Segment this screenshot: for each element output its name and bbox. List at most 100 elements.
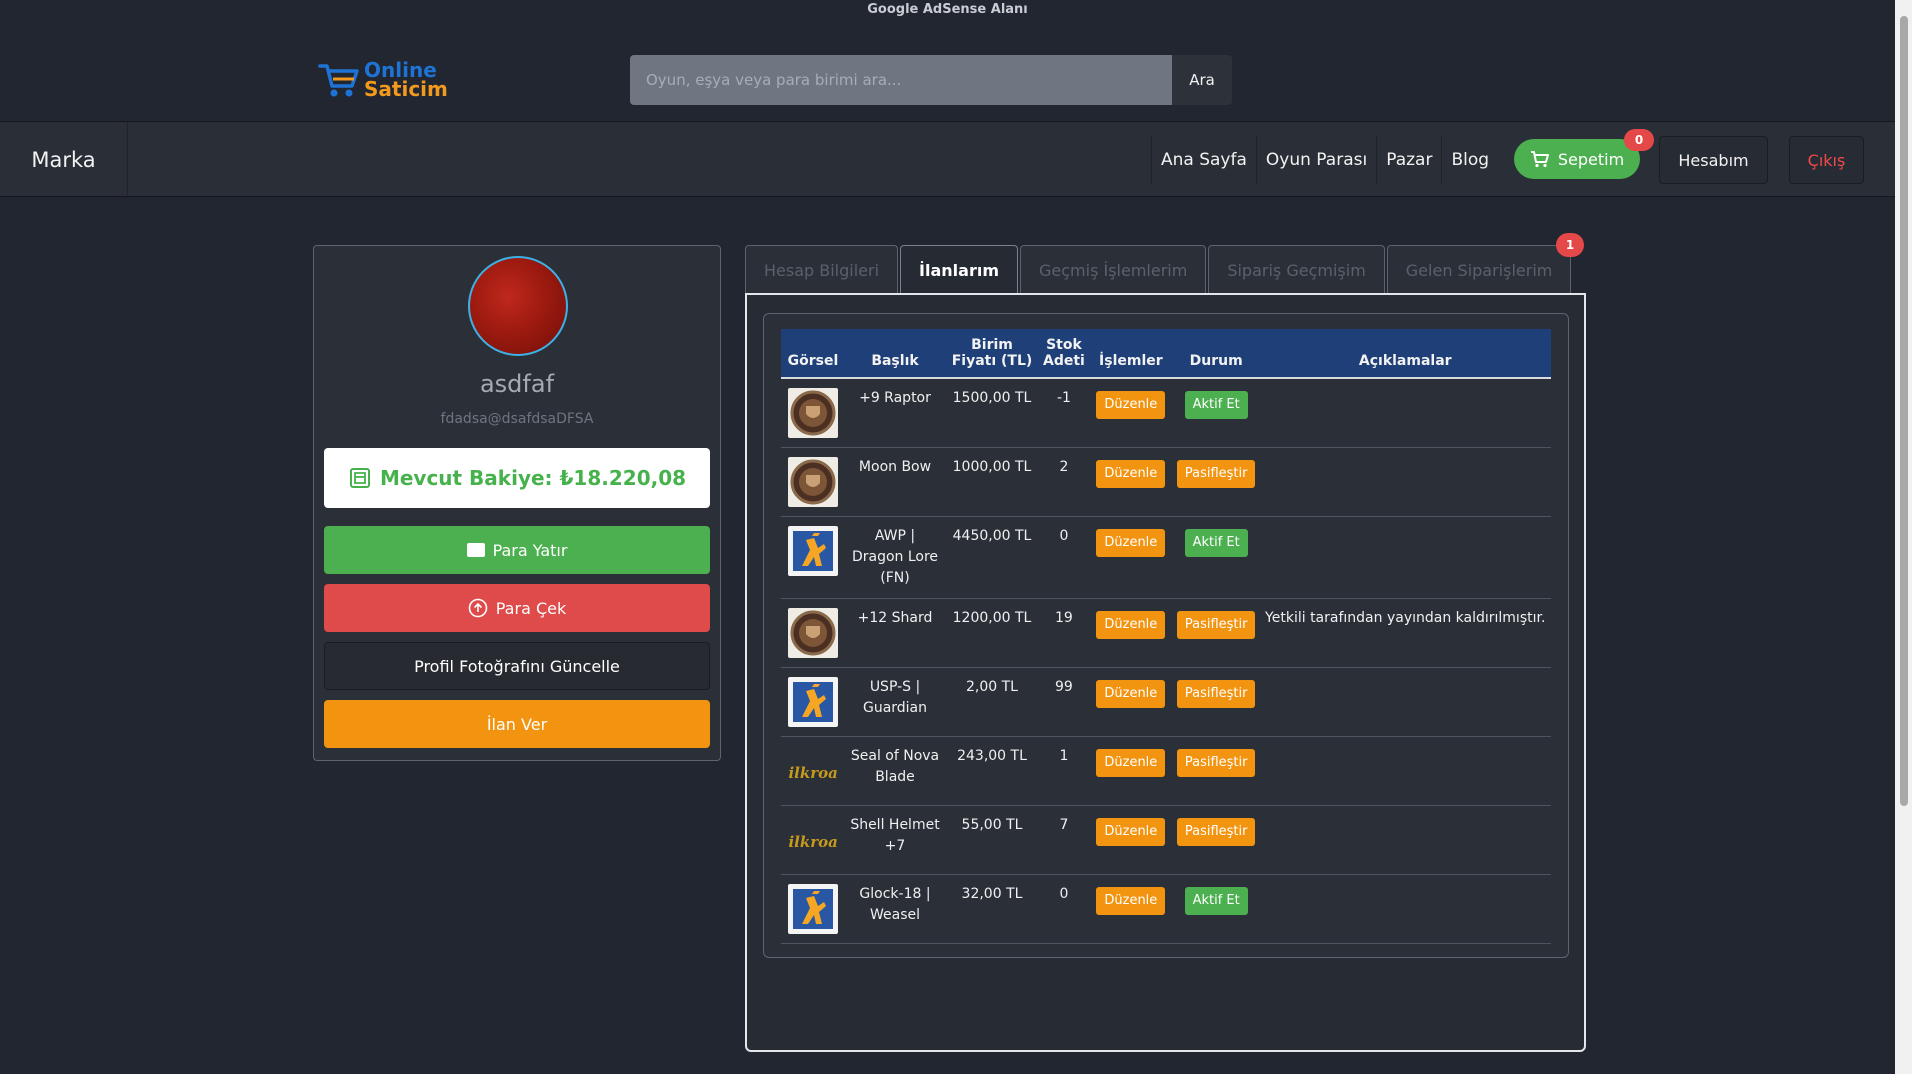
- row-price: 4450,00 TL: [945, 516, 1039, 599]
- edit-button[interactable]: Düzenle: [1096, 460, 1166, 488]
- row-note: [1259, 667, 1551, 737]
- cart-button[interactable]: Sepetim: [1514, 139, 1640, 179]
- edit-button[interactable]: Düzenle: [1096, 887, 1166, 915]
- edit-button[interactable]: Düzenle: [1096, 391, 1166, 419]
- silkroad-logo-icon: Silkroad: [788, 746, 838, 796]
- arrow-up-circle-icon: [468, 598, 488, 618]
- balance-display: Mevcut Bakiye: ₺18.220,08: [324, 448, 710, 508]
- shield-game-icon: [788, 457, 838, 507]
- nav-brand[interactable]: Marka: [0, 122, 128, 198]
- row-actions-cell: Düzenle: [1088, 598, 1173, 668]
- tab-account-info[interactable]: Hesap Bilgileri: [745, 245, 899, 295]
- table-row: Silkroad Shell Helmet +755,00 TL7Düzenle P…: [781, 805, 1551, 875]
- listings-container: Görsel Başlık Birim Fiyatı (TL) Stok Ade…: [763, 313, 1569, 958]
- cart-logo-icon: [318, 64, 359, 97]
- row-image-cell: [781, 516, 845, 599]
- tab-past-transactions[interactable]: Geçmiş İşlemlerim: [1020, 245, 1207, 295]
- scrollbar-thumb[interactable]: [1900, 16, 1908, 806]
- edit-button[interactable]: Düzenle: [1096, 529, 1166, 557]
- row-stock: 99: [1039, 667, 1089, 737]
- row-title: Glock-18 | Weasel: [845, 874, 945, 944]
- row-note: [1259, 378, 1551, 448]
- row-actions-cell: Düzenle: [1088, 805, 1173, 875]
- navbar: Marka Ana Sayfa Oyun Parası Pazar Blog S…: [0, 121, 1897, 198]
- silkroad-logo-icon: Silkroad: [788, 815, 838, 865]
- tab-incoming-orders[interactable]: Gelen Siparişlerim: [1386, 245, 1572, 295]
- edit-button[interactable]: Düzenle: [1096, 680, 1166, 708]
- edit-button[interactable]: Düzenle: [1096, 818, 1166, 846]
- row-actions-cell: Düzenle: [1088, 667, 1173, 737]
- row-stock: 2: [1039, 447, 1089, 517]
- col-stock: Stok Adeti: [1039, 329, 1089, 379]
- site-logo[interactable]: Online Saticim: [318, 58, 448, 102]
- row-note: Yetkili tarafından yayından kaldırılmışt…: [1259, 598, 1551, 668]
- search-button[interactable]: Ara: [1172, 55, 1232, 105]
- row-stock: 19: [1039, 598, 1089, 668]
- row-stock: 0: [1039, 516, 1089, 599]
- row-image-cell: [781, 874, 845, 944]
- nav-link-blog[interactable]: Blog: [1441, 136, 1498, 184]
- col-unit-price: Birim Fiyatı (TL): [945, 329, 1039, 379]
- nav-links: Ana Sayfa Oyun Parası Pazar Blog: [1151, 136, 1498, 184]
- cart-label: Sepetim: [1557, 149, 1625, 169]
- account-tabs: Hesap Bilgileri İlanlarım Geçmiş İşlemle…: [745, 245, 1573, 295]
- svg-text:Silkroad: Silkroad: [788, 833, 838, 851]
- cart-icon: [1530, 151, 1549, 168]
- cart-count-badge: 0: [1624, 129, 1654, 151]
- status-toggle-button[interactable]: Aktif Et: [1184, 529, 1248, 557]
- table-row: +12 Shard 1200,00 TL 19 Düzenle Pasifleştir Y…: [781, 598, 1551, 668]
- col-actions: İşlemler: [1088, 329, 1173, 379]
- col-status: Durum: [1172, 329, 1260, 379]
- col-title: Başlık: [845, 329, 945, 379]
- search-input[interactable]: [630, 55, 1172, 105]
- wallet-small-icon: [466, 543, 485, 557]
- status-toggle-button[interactable]: Pasifleştir: [1176, 818, 1256, 846]
- table-row: Moon Bow 1000,00 TL 2 Düzenle Pasifleştir: [781, 447, 1551, 517]
- table-row: USP-S | Guardian 2,00 TL 99 Düzenle Pasifleş…: [781, 667, 1551, 737]
- status-toggle-button[interactable]: Pasifleştir: [1176, 460, 1256, 488]
- table-row: AWP | Dragon Lore (FN) 4450,00 TL 0 Düzenle…: [781, 516, 1551, 599]
- edit-button[interactable]: Düzenle: [1096, 749, 1166, 777]
- table-row: Silkroad Seal of Nova Blade243,00 TL1Düze…: [781, 736, 1551, 806]
- row-title: Shell Helmet +7: [845, 805, 945, 875]
- row-stock: 1: [1039, 736, 1089, 806]
- tab-order-history[interactable]: Sipariş Geçmişim: [1208, 245, 1385, 295]
- row-title: AWP | Dragon Lore (FN): [845, 516, 945, 599]
- tab-my-listings[interactable]: İlanlarım: [900, 245, 1018, 295]
- row-stock: 0: [1039, 874, 1089, 944]
- status-toggle-button[interactable]: Aktif Et: [1184, 391, 1248, 419]
- status-toggle-button[interactable]: Pasifleştir: [1176, 749, 1256, 777]
- update-photo-button[interactable]: Profil Fotoğrafını Güncelle: [324, 642, 710, 690]
- row-price: 2,00 TL: [945, 667, 1039, 737]
- row-status-cell: Aktif Et: [1172, 378, 1260, 448]
- deposit-button[interactable]: Para Yatır: [324, 526, 710, 574]
- nav-link-home[interactable]: Ana Sayfa: [1151, 136, 1256, 184]
- status-toggle-button[interactable]: Aktif Et: [1184, 887, 1248, 915]
- withdraw-button[interactable]: Para Çek: [324, 584, 710, 632]
- table-header-row: Görsel Başlık Birim Fiyatı (TL) Stok Ade…: [781, 329, 1551, 379]
- nav-link-game-currency[interactable]: Oyun Parası: [1255, 136, 1376, 184]
- listings-table: Görsel Başlık Birim Fiyatı (TL) Stok Ade…: [781, 329, 1551, 944]
- logout-button[interactable]: Çıkış: [1789, 136, 1864, 184]
- row-price: 243,00 TL: [945, 736, 1039, 806]
- table-row: +9 Raptor 1500,00 TL -1 Düzenle Aktif Et: [781, 378, 1551, 448]
- row-price: 1500,00 TL: [945, 378, 1039, 448]
- status-toggle-button[interactable]: Pasifleştir: [1176, 680, 1256, 708]
- row-title: Seal of Nova Blade: [845, 736, 945, 806]
- row-note: [1259, 447, 1551, 517]
- row-status-cell: Pasifleştir: [1172, 447, 1260, 517]
- account-button[interactable]: Hesabım: [1659, 136, 1768, 184]
- row-stock: -1: [1039, 378, 1089, 448]
- page-scrollbar[interactable]: [1895, 0, 1912, 1074]
- row-actions-cell: Düzenle: [1088, 736, 1173, 806]
- status-toggle-button[interactable]: Pasifleştir: [1176, 611, 1256, 639]
- nav-link-market[interactable]: Pazar: [1376, 136, 1441, 184]
- row-image-cell: [781, 447, 845, 517]
- edit-button[interactable]: Düzenle: [1096, 611, 1166, 639]
- row-status-cell: Aktif Et: [1172, 516, 1260, 599]
- row-stock: 7: [1039, 805, 1089, 875]
- row-image-cell: Silkroad: [781, 805, 845, 875]
- new-listing-button[interactable]: İlan Ver: [324, 700, 710, 748]
- row-title: +12 Shard: [845, 598, 945, 668]
- profile-email: fdadsa@dsafdsaDFSA: [440, 411, 594, 427]
